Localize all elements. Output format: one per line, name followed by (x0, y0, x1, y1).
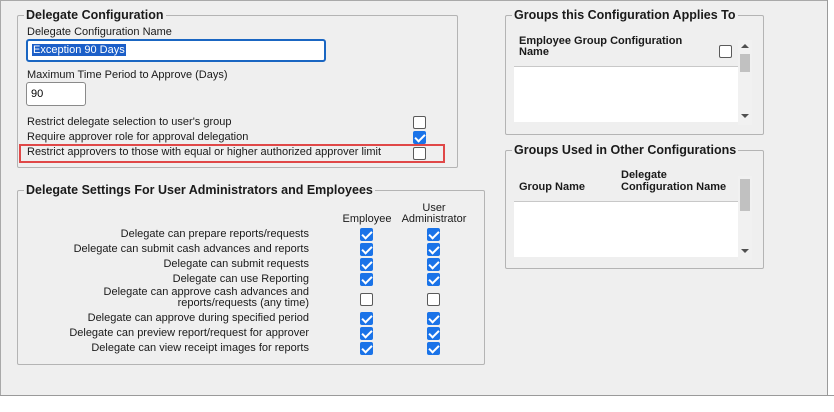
delegate-settings-legend: Delegate Settings For User Administrator… (24, 183, 375, 197)
employee-group-header-line2: Name (519, 46, 549, 58)
setting-label-prepare: Delegate can prepare reports/requests (120, 228, 309, 240)
scroll-thumb[interactable] (740, 179, 750, 211)
scroll-thumb[interactable] (740, 54, 750, 72)
scroll-down-icon[interactable] (741, 114, 749, 118)
require-role-checkbox[interactable] (413, 131, 426, 144)
right-edge (827, 0, 834, 412)
employee-prepare-checkbox[interactable] (360, 228, 373, 241)
admin-approve-checkbox[interactable] (427, 293, 440, 306)
employee-submit-cash-checkbox[interactable] (360, 243, 373, 256)
delegate-configuration-legend: Delegate Configuration (24, 8, 166, 22)
setting-label-approve-period: Delegate can approve during specified pe… (87, 312, 309, 324)
restrict-group-label: Restrict delegate selection to user's gr… (27, 116, 232, 128)
scroll-down-icon[interactable] (741, 249, 749, 253)
groups-applies-legend: Groups this Configuration Applies To (512, 8, 738, 22)
setting-label-reporting: Delegate can use Reporting (172, 273, 309, 285)
config-name-label: Delegate Configuration Name (27, 26, 172, 38)
max-period-input[interactable]: 90 (26, 82, 86, 106)
employee-reporting-checkbox[interactable] (360, 273, 373, 286)
setting-label-preview: Delegate can preview report/request for … (69, 327, 309, 339)
groups-other-legend: Groups Used in Other Configurations (512, 143, 739, 157)
admin-column-header-line2: Administrator (401, 213, 467, 225)
select-all-groups-checkbox[interactable] (719, 45, 732, 58)
config-name-value: Exception 90 Days (32, 44, 126, 56)
groups-applies-list[interactable] (514, 66, 738, 122)
groups-applies-scrollbar[interactable] (738, 40, 752, 125)
employee-receipts-checkbox[interactable] (360, 342, 373, 355)
setting-label-submit-cash: Delegate can submit cash advances and re… (73, 243, 309, 255)
scroll-up-icon[interactable] (741, 44, 749, 48)
highlight-box (19, 144, 445, 163)
setting-label-submit-requests: Delegate can submit requests (163, 258, 309, 270)
admin-submit-cash-checkbox[interactable] (427, 243, 440, 256)
admin-reporting-checkbox[interactable] (427, 273, 440, 286)
employee-preview-checkbox[interactable] (360, 327, 373, 340)
restrict-group-checkbox[interactable] (413, 116, 426, 129)
require-role-label: Require approver role for approval deleg… (27, 131, 249, 143)
setting-label-approve-line2: reports/requests (any time) (177, 297, 309, 309)
admin-receipts-checkbox[interactable] (427, 342, 440, 355)
setting-label-receipts: Delegate can view receipt images for rep… (91, 342, 309, 354)
group-name-header: Group Name (519, 181, 586, 193)
groups-other-list[interactable] (514, 201, 738, 257)
employee-column-header: Employee (342, 213, 392, 225)
bottom-edge (0, 395, 834, 412)
admin-prepare-checkbox[interactable] (427, 228, 440, 241)
config-name-input[interactable]: Exception 90 Days (26, 39, 326, 62)
delegate-config-header-line2: Configuration Name (621, 181, 727, 193)
employee-approve-checkbox[interactable] (360, 293, 373, 306)
admin-submit-requests-checkbox[interactable] (427, 258, 440, 271)
max-period-label: Maximum Time Period to Approve (Days) (27, 69, 228, 81)
admin-approve-period-checkbox[interactable] (427, 312, 440, 325)
employee-approve-period-checkbox[interactable] (360, 312, 373, 325)
groups-other-scrollbar[interactable] (738, 176, 752, 260)
employee-submit-requests-checkbox[interactable] (360, 258, 373, 271)
admin-preview-checkbox[interactable] (427, 327, 440, 340)
